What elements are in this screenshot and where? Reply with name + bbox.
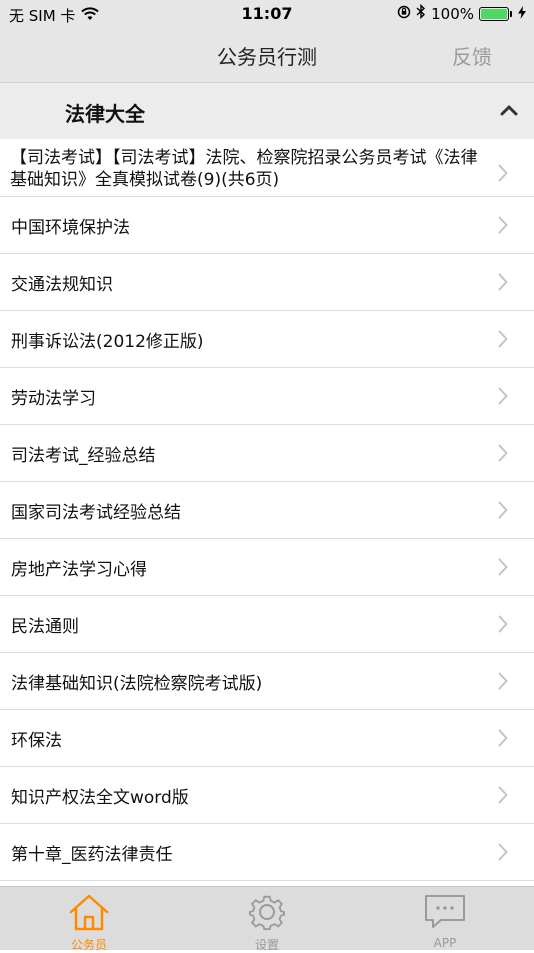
list-item-label: 刑事诉讼法(2012修正版)	[11, 331, 204, 352]
article-list: 【司法考试】【司法考试】法院、检察院招录公务员考试《法律基础知识》全真模拟试卷(…	[0, 139, 534, 881]
list-item-label: 知识产权法全文word版	[11, 787, 189, 808]
list-item-label: 第十章_医药法律责任	[11, 844, 173, 865]
list-item[interactable]: 司法考试_经验总结	[0, 425, 534, 482]
tab-civil-servant[interactable]: 公务员	[0, 887, 178, 952]
list-item[interactable]: 刑事诉讼法(2012修正版)	[0, 311, 534, 368]
list-item[interactable]: 知识产权法全文word版	[0, 767, 534, 824]
home-icon	[67, 893, 111, 935]
section-title: 法律大全	[65, 102, 145, 126]
chevron-right-icon	[498, 273, 508, 296]
tab-bar: 公务员 设置 APP	[0, 886, 534, 952]
list-item-label: 民法通则	[11, 616, 79, 637]
status-bar: 无 SIM 卡 11:07 100%	[0, 0, 534, 27]
chevron-right-icon	[498, 729, 508, 752]
rotation-lock-icon	[397, 5, 411, 23]
list-item-label: 劳动法学习	[11, 388, 96, 409]
chat-bubble-icon	[423, 893, 467, 935]
status-right: 100%	[397, 3, 526, 23]
section-header-law[interactable]: 法律大全	[0, 83, 534, 139]
battery-percent: 100%	[431, 4, 474, 23]
list-item-label: 交通法规知识	[11, 274, 113, 295]
chevron-up-icon[interactable]	[500, 101, 518, 120]
list-item-label: 国家司法考试经验总结	[11, 502, 181, 523]
chevron-right-icon	[498, 558, 508, 581]
tab-label: 公务员	[70, 938, 107, 952]
gear-icon	[247, 893, 287, 935]
list-item[interactable]: 第十章_医药法律责任	[0, 824, 534, 881]
list-item[interactable]: 劳动法学习	[0, 368, 534, 425]
battery-icon	[479, 6, 512, 21]
list-item-label: 环保法	[11, 730, 62, 751]
tab-app[interactable]: APP	[356, 887, 534, 950]
chevron-right-icon	[498, 786, 508, 809]
list-item[interactable]: 法律基础知识(法院检察院考试版)	[0, 653, 534, 710]
list-item[interactable]: 房地产法学习心得	[0, 539, 534, 596]
bluetooth-icon	[416, 3, 426, 23]
tab-label: 设置	[254, 938, 279, 952]
list-item[interactable]: 国家司法考试经验总结	[0, 482, 534, 539]
chevron-right-icon	[498, 387, 508, 410]
list-item[interactable]: 中国环境保护法	[0, 197, 534, 254]
charging-icon	[518, 5, 526, 23]
list-item-label: 【司法考试】【司法考试】法院、检察院招录公务员考试《法律基础知识》全真模拟试卷(…	[10, 148, 478, 190]
tab-label: APP	[433, 936, 457, 950]
list-item[interactable]: 民法通则	[0, 596, 534, 653]
chevron-right-icon	[498, 615, 508, 638]
list-item[interactable]: 环保法	[0, 710, 534, 767]
chevron-right-icon	[498, 672, 508, 695]
chevron-right-icon	[498, 330, 508, 353]
list-item-label: 房地产法学习心得	[11, 559, 147, 580]
chevron-right-icon	[498, 216, 508, 239]
navigation-bar: 公务员行测 反馈	[0, 27, 534, 83]
chevron-right-icon	[498, 843, 508, 866]
list-item-label: 中国环境保护法	[11, 217, 130, 238]
feedback-button[interactable]: 反馈	[452, 41, 492, 70]
list-item[interactable]: 【司法考试】【司法考试】法院、检察院招录公务员考试《法律基础知识》全真模拟试卷(…	[0, 139, 534, 197]
tab-settings[interactable]: 设置	[178, 887, 356, 952]
list-item-label: 法律基础知识(法院检察院考试版)	[11, 673, 263, 694]
chevron-right-icon	[498, 501, 508, 524]
chevron-right-icon	[498, 444, 508, 467]
chevron-right-icon	[498, 164, 508, 188]
list-item-label: 司法考试_经验总结	[11, 445, 156, 466]
list-item[interactable]: 交通法规知识	[0, 254, 534, 311]
